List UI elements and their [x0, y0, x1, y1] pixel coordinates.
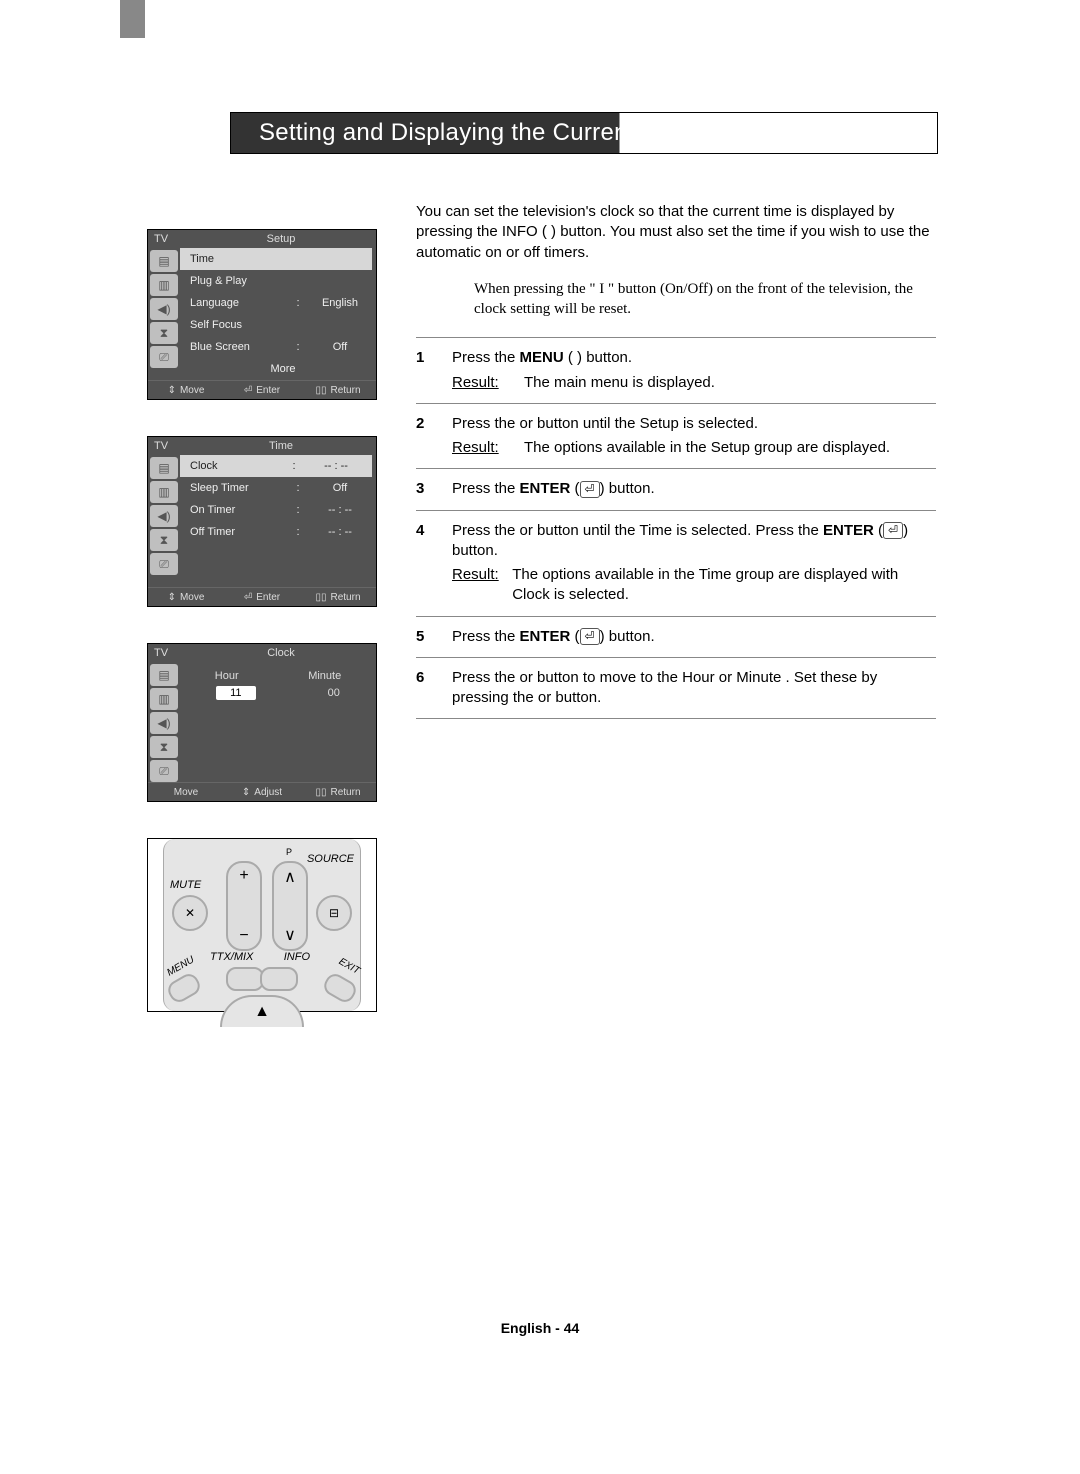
osd-footer: ⇕Move ⏎Enter ▯▯Return: [148, 587, 376, 606]
speaker-icon: ◀): [150, 712, 178, 734]
source-label: SOURCE: [307, 853, 354, 865]
manual-page: Setting and Displaying the Current Time …: [0, 0, 1080, 1474]
step-3: 3 Press the ENTER (⏎) button.: [416, 479, 936, 499]
return-icon: ▯▯: [315, 385, 326, 396]
sliders-icon: ⎚: [150, 760, 178, 782]
hour-value: 11: [216, 686, 255, 700]
osd-row-clock: Clock:-- : --: [180, 455, 372, 477]
divider: [416, 718, 936, 719]
updown-icon: ⇕: [168, 592, 176, 603]
enter-icon: ⏎: [244, 385, 252, 396]
osd-setup-panel: TV Setup ▤ ▥ ◀) ⧗ ⎚ Time Plug & Play Lan…: [147, 229, 377, 400]
osd-row-blank: [180, 565, 376, 587]
osd-row-offtimer: Off Timer:-- : --: [180, 521, 376, 543]
info-button: [260, 967, 298, 991]
hour-header: Hour: [215, 670, 239, 682]
osd-icon-col: ▤ ▥ ◀) ⧗ ⎚: [148, 248, 180, 380]
exit-label: EXIT: [337, 956, 362, 977]
osd-icon-col: ▤ ▥ ◀) ⧗ ⎚: [148, 662, 180, 782]
volume-rocker: + −: [226, 861, 262, 951]
osd-tv-label: TV: [148, 440, 186, 452]
mute-button: ✕: [172, 895, 208, 931]
instructions-column: You can set the television's clock so th…: [416, 202, 936, 729]
osd-tv-label: TV: [148, 233, 186, 245]
display-icon: ▤: [150, 664, 178, 686]
osd-footer: Move ⇕Adjust ▯▯Return: [148, 782, 376, 801]
minute-header: Minute: [308, 670, 341, 682]
hourglass-icon: ⧗: [150, 529, 178, 551]
enter-icon: ⏎: [580, 628, 600, 645]
page-title: Setting and Displaying the Current Time: [231, 113, 937, 153]
minus-icon: −: [239, 927, 248, 945]
osd-row-selffocus: Self Focus: [180, 314, 376, 336]
divider: [416, 468, 936, 469]
remote-illustration: MUTE ✕ P SOURCE + − ∧ ∨ ⊟ TTX/MIX INFO: [147, 838, 377, 1012]
page-number: English - 44: [0, 1320, 1080, 1336]
divider: [416, 510, 936, 511]
step-2: 2 Press the or button until the Setup is…: [416, 414, 936, 459]
note-text: When pressing the " I " button (On/Off) …: [474, 279, 936, 320]
channel-rocker: ∧ ∨: [272, 861, 308, 951]
enter-icon: ⏎: [580, 481, 600, 498]
minute-value: 00: [328, 686, 340, 700]
return-icon: ▯▯: [315, 592, 326, 603]
osd-icon-col: ▤ ▥ ◀) ⧗ ⎚: [148, 455, 180, 587]
decorative-stripe: [120, 0, 145, 38]
osd-row-language: Language:English: [180, 292, 376, 314]
step-6: 6 Press the or button to move to the Hou…: [416, 668, 936, 709]
mute-label: MUTE: [170, 879, 201, 891]
updown-icon: ⇕: [242, 787, 250, 798]
up-arrow-icon: ▲: [254, 1003, 270, 1021]
osd-row-more: More: [180, 358, 376, 380]
left-column: TV Setup ▤ ▥ ◀) ⧗ ⎚ Time Plug & Play Lan…: [147, 229, 377, 1012]
osd-time-panel: TV Time ▤ ▥ ◀) ⧗ ⎚ Clock:-- : -- Sleep T…: [147, 436, 377, 607]
intro-text: You can set the television's clock so th…: [416, 202, 936, 263]
osd-row-bluescreen: Blue Screen:Off: [180, 336, 376, 358]
divider: [416, 657, 936, 658]
plus-icon: +: [239, 867, 248, 885]
osd-clock-title: Clock: [186, 647, 376, 659]
osd-row-blank: [180, 543, 376, 565]
display-icon: ▤: [150, 457, 178, 479]
osd-clock-panel: TV Clock ▤ ▥ ◀) ⧗ ⎚ Hour Minute: [147, 643, 377, 802]
panel-icon: ▥: [150, 481, 178, 503]
divider: [416, 403, 936, 404]
step-1: 1 Press the MENU ( ) button. Result:The …: [416, 348, 936, 393]
osd-row-plugplay: Plug & Play: [180, 270, 376, 292]
info-label: INFO: [284, 951, 310, 963]
up-icon: ∧: [284, 867, 296, 887]
source-button: ⊟: [316, 895, 352, 931]
sliders-icon: ⎚: [150, 553, 178, 575]
sliders-icon: ⎚: [150, 346, 178, 368]
ttx-label: TTX/MIX: [210, 951, 253, 963]
hourglass-icon: ⧗: [150, 736, 178, 758]
dpad-top: ▲: [220, 995, 304, 1027]
osd-setup-title: Setup: [186, 233, 376, 245]
down-icon: ∨: [284, 925, 296, 945]
osd-tv-label: TV: [148, 647, 186, 659]
step-4: 4 Press the or button until the Time is …: [416, 521, 936, 606]
divider: [416, 616, 936, 617]
osd-row-ontimer: On Timer:-- : --: [180, 499, 376, 521]
title-box: Setting and Displaying the Current Time: [230, 112, 938, 154]
hourglass-icon: ⧗: [150, 322, 178, 344]
p-label: P: [286, 847, 292, 857]
speaker-icon: ◀): [150, 505, 178, 527]
panel-icon: ▥: [150, 688, 178, 710]
panel-icon: ▥: [150, 274, 178, 296]
enter-icon: ⏎: [883, 522, 903, 539]
osd-row-time: Time: [180, 248, 372, 270]
osd-time-title: Time: [186, 440, 376, 452]
osd-footer: ⇕Move ⏎Enter ▯▯Return: [148, 380, 376, 399]
ttx-button: [226, 967, 264, 991]
osd-row-sleeptimer: Sleep Timer:Off: [180, 477, 376, 499]
display-icon: ▤: [150, 250, 178, 272]
enter-icon: ⏎: [244, 592, 252, 603]
speaker-icon: ◀): [150, 298, 178, 320]
step-5: 5 Press the ENTER (⏎) button.: [416, 627, 936, 647]
divider: [416, 337, 936, 338]
return-icon: ▯▯: [315, 787, 326, 798]
updown-icon: ⇕: [168, 385, 176, 396]
